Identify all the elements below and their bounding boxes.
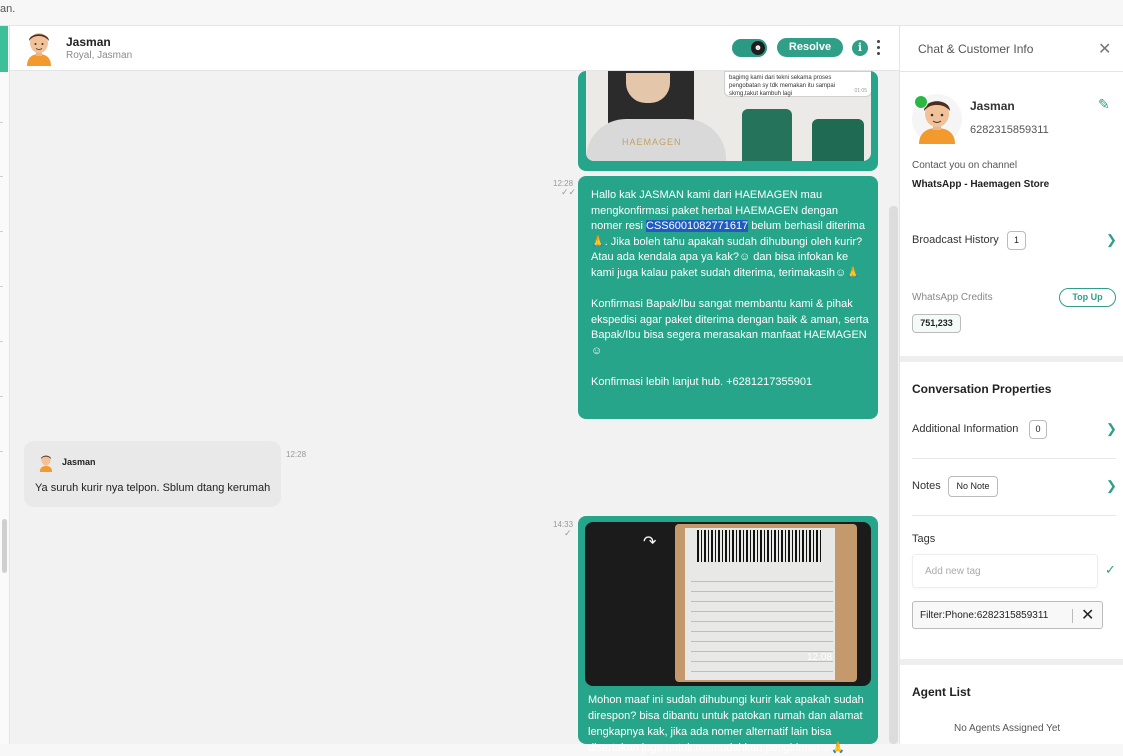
rail-tick [0, 451, 3, 452]
outgoing-image-message-bubble[interactable]: ↷ 12.08 Mohon maaf ini sudah dihubungi k… [578, 516, 878, 754]
product-jar [812, 119, 864, 161]
rail-tick [0, 122, 3, 123]
contact-avatar[interactable] [24, 29, 54, 66]
notes-value-badge: No Note [948, 476, 998, 497]
credits-label: WhatsApp Credits [912, 292, 993, 303]
divider [912, 515, 1116, 516]
message-time: 12:28 [286, 450, 307, 459]
customer-info-panel: Chat & Customer Info ✕ Jasman 6282315859… [899, 26, 1123, 744]
chat-scrollbar[interactable] [889, 206, 898, 744]
top-strip: an. [0, 0, 1123, 26]
rail-tick [0, 341, 3, 342]
highlighted-tracking-number[interactable]: CSS6001082771617 [646, 220, 749, 233]
chevron-right-icon[interactable]: ❯ [1106, 478, 1117, 494]
rail-tick [0, 396, 3, 397]
rail-tick [0, 231, 3, 232]
divider [912, 458, 1116, 459]
kebab-menu-icon[interactable] [874, 39, 882, 57]
double-check-icon: ✓✓ [561, 187, 577, 197]
image-chat-screenshot-time: 01:05 [854, 88, 867, 94]
credits-value: 751,233 [912, 314, 961, 333]
customer-name: Jasman [970, 99, 1015, 113]
info-icon[interactable]: i [852, 40, 868, 56]
chat-header: Jasman Royal, Jasman ☻ Resolve i [10, 26, 899, 71]
message-text: Hallo kak JASMAN kami dari HAEMAGEN mau … [591, 188, 869, 391]
forward-icon[interactable]: ↷ [643, 532, 656, 552]
additional-info-count-badge: 0 [1029, 420, 1047, 439]
remove-tag-icon[interactable]: ✕ [1081, 605, 1094, 625]
agent-list-title: Agent List [912, 685, 971, 699]
chat-contact-name: Jasman [66, 35, 111, 49]
image-timestamp: 12.08 [807, 652, 833, 663]
check-icon: ✓ [564, 528, 572, 538]
top-strip-text: an. [0, 3, 16, 15]
left-rail-scrollbar[interactable] [2, 519, 7, 573]
notes-label[interactable]: Notes [912, 480, 941, 492]
chat-area: Jasman Royal, Jasman ☻ Resolve i HAEMAGE… [10, 26, 899, 754]
channel-value: WhatsApp - Haemagen Store [912, 179, 1050, 190]
resolve-button[interactable]: Resolve [777, 38, 843, 57]
tag-chip-text: Filter:Phone:6282315859311 [920, 610, 1049, 621]
channel-label: Contact you on channel [912, 160, 1018, 171]
sender-name: Jasman [62, 457, 96, 467]
additional-info-label[interactable]: Additional Information [912, 423, 1018, 435]
left-rail [0, 26, 10, 744]
message-text-part: belum berhasil diterima 🙏. Jika boleh ta… [591, 220, 869, 389]
chat-contact-subtitle: Royal, Jasman [66, 50, 133, 61]
customer-phone: 6282315859311 [970, 124, 1049, 136]
image-message-bubble[interactable]: HAEMAGEN bagimg kami dari tekni sekama p… [578, 71, 878, 171]
tag-chip: Filter:Phone:6282315859311 ✕ [912, 601, 1103, 629]
barcode [697, 530, 821, 562]
section-divider [900, 659, 1123, 665]
no-agents-text: No Agents Assigned Yet [954, 723, 1061, 734]
check-icon[interactable]: ✓ [1105, 562, 1116, 578]
rail-tick [0, 176, 3, 177]
conversation-properties-title: Conversation Properties [912, 382, 1052, 396]
chevron-right-icon[interactable]: ❯ [1106, 232, 1117, 248]
robot-icon: ☻ [751, 41, 765, 55]
image-brand-label: HAEMAGEN [622, 137, 682, 147]
broadcast-history-label[interactable]: Broadcast History [912, 234, 999, 246]
package-image[interactable]: ↷ 12.08 [585, 522, 871, 686]
sender-avatar [39, 455, 53, 472]
rail-tick [0, 286, 3, 287]
image-chat-screenshot: bagimg kami dari tekni sekama proses pen… [724, 71, 871, 97]
broadcast-count-badge: 1 [1007, 231, 1026, 250]
left-rail-active-indicator [0, 26, 8, 72]
close-icon[interactable]: ✕ [1098, 39, 1111, 59]
message-text: Ya suruh kurir nya telpon. Sblum dtang k… [35, 482, 271, 494]
chevron-right-icon[interactable]: ❯ [1106, 421, 1117, 437]
panel-title: Chat & Customer Info [918, 42, 1034, 56]
tags-label: Tags [912, 533, 936, 545]
message-image[interactable]: HAEMAGEN bagimg kami dari tekni sekama p… [586, 71, 871, 161]
image-chat-screenshot-text: bagimg kami dari tekni sekama proses pen… [729, 75, 836, 97]
message-caption: Mohon maaf ini sudah dihubungi kurir kak… [588, 694, 864, 754]
add-tag-input[interactable]: Add new tag [912, 554, 1098, 588]
whatsapp-icon [914, 95, 928, 109]
bot-toggle[interactable]: ☻ [732, 39, 767, 57]
top-up-button[interactable]: Top Up [1059, 288, 1116, 307]
section-divider [900, 356, 1123, 362]
product-jar [742, 109, 792, 161]
pencil-icon[interactable]: ✎ [1098, 96, 1110, 113]
tag-chip-separator [1072, 609, 1073, 623]
incoming-message-bubble[interactable]: Jasman Ya suruh kurir nya telpon. Sblum … [24, 441, 281, 507]
divider [900, 71, 1123, 72]
outgoing-message-bubble[interactable]: Hallo kak JASMAN kami dari HAEMAGEN mau … [578, 176, 878, 419]
